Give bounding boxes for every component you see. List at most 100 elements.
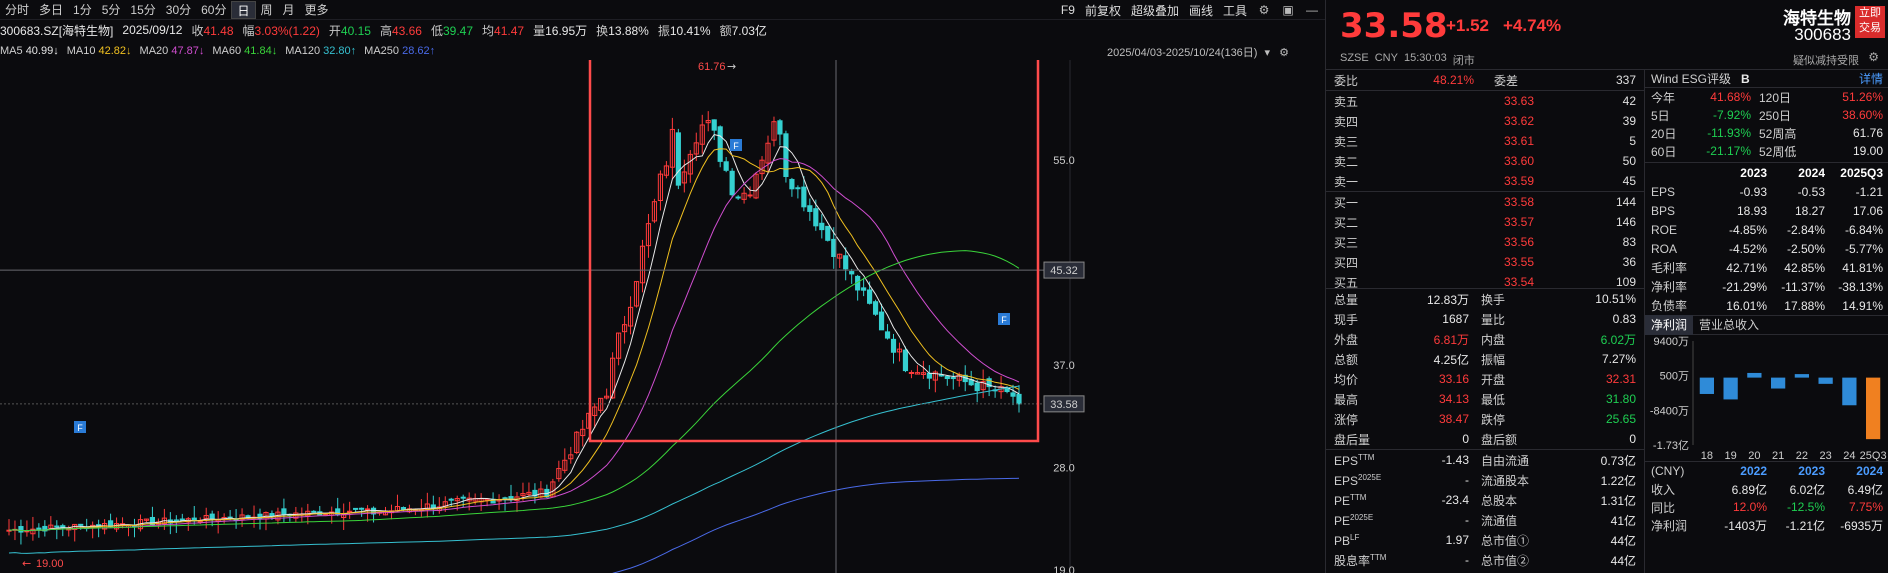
candle-body: [347, 510, 353, 513]
perf-label: 52周低: [1759, 144, 1797, 159]
amp-value: 3.03%(1.22): [254, 23, 320, 38]
orderbook-row[interactable]: 卖五 33.63 42: [1326, 91, 1644, 111]
orderbook-row[interactable]: 买二 33.57 146: [1326, 212, 1644, 232]
period-tab[interactable]: 分时: [0, 1, 34, 19]
perf-label: 52周高: [1759, 126, 1797, 141]
stock-code-header: 300683: [1794, 25, 1851, 44]
ma-line: [8, 148, 1020, 532]
peak-label: 61.76: [698, 61, 726, 73]
toolbar-button[interactable]: F9: [1061, 3, 1075, 17]
toolbar-button[interactable]: 画线: [1189, 2, 1213, 19]
layout-icon[interactable]: ▣: [1281, 3, 1295, 17]
orderbook-row[interactable]: 买一 33.58 144: [1326, 192, 1644, 212]
fin-value: 17.06: [1852, 203, 1883, 218]
toolbar-button[interactable]: 工具: [1223, 2, 1247, 19]
amt-value: 7.03亿: [731, 23, 767, 38]
price-tick: 37.0: [1053, 360, 1074, 372]
bar-chart-tab[interactable]: 营业总收入: [1693, 315, 1765, 335]
rev-row: 净利润 -1403万 -1.21亿 -6935万: [1645, 516, 1888, 534]
fin-value: -2.84%: [1786, 222, 1825, 237]
period-tab[interactable]: 日: [231, 0, 256, 19]
candle-body: [173, 519, 179, 522]
level-label: 卖四: [1334, 114, 1359, 129]
candle-body: [831, 238, 837, 257]
kline-svg[interactable]: 55.0 45.32 37.0 33.58 28.0 19.0 61.76 → ← 19.00 F F…: [0, 60, 1325, 573]
orderbook-row[interactable]: 卖四 33.62 39: [1326, 111, 1644, 131]
perf-label: 5日: [1651, 108, 1670, 123]
period-tab[interactable]: 多日: [34, 1, 68, 19]
orderbook-row[interactable]: 卖二 33.60 50: [1326, 151, 1644, 171]
fundamental-label: 流通股本: [1481, 473, 1530, 488]
stat-row: 最高 34.13 最低 31.80: [1326, 389, 1644, 409]
chevron-down-icon[interactable]: ▾: [1265, 47, 1271, 59]
toolbar-button[interactable]: 超级叠加: [1131, 2, 1179, 19]
ma-label: MA5: [0, 45, 26, 57]
stat-value: 0.83: [1612, 312, 1636, 326]
candle-body: [36, 527, 42, 530]
stat-label: 跌停: [1481, 412, 1506, 427]
stat-row: 均价 33.16 开盘 32.31: [1326, 369, 1644, 389]
period-tab[interactable]: 30分: [161, 1, 196, 19]
price-change-pct: +4.74%: [1503, 16, 1562, 35]
candle-body: [729, 170, 735, 196]
settings-icon[interactable]: ⚙: [1279, 47, 1289, 59]
fin-value: 18.93: [1736, 203, 1767, 218]
fundamental-value: 0.73亿: [1600, 453, 1636, 468]
candle-body: [400, 507, 407, 510]
period-tab[interactable]: 1分: [68, 1, 97, 19]
avg-value: 41.47: [494, 23, 525, 38]
fin-year-header: 2024: [1798, 165, 1825, 180]
level-price: 33.63: [1503, 94, 1534, 108]
candle-body: [789, 178, 795, 190]
low-label: 19.00: [36, 558, 64, 570]
event-marker[interactable]: F: [998, 313, 1010, 325]
orderbook-row[interactable]: 卖一 33.59 45: [1326, 171, 1644, 191]
orderbook-row[interactable]: 卖三 33.61 5: [1326, 131, 1644, 151]
profit-bar: [1723, 377, 1738, 400]
profit-bar-chart: 9400万 500万 -8400万 -1.73亿 18 19 20 21 22 23 24 25Q3: [1650, 336, 1887, 461]
ma-legend-item: MA20 47.87↓: [140, 45, 205, 57]
candle-body: [974, 382, 980, 392]
perf-value: -7.92%: [1712, 108, 1751, 122]
weibi-value: 48.21%: [1433, 73, 1474, 87]
gear-icon[interactable]: ⚙: [1257, 3, 1271, 17]
detail-link[interactable]: 详情: [1859, 70, 1883, 87]
ma-legend-item: MA250 28.62↑: [364, 45, 435, 57]
minus-icon[interactable]: —: [1305, 3, 1319, 17]
period-tab[interactable]: 60分: [196, 1, 231, 19]
level-label: 卖一: [1334, 174, 1359, 189]
rev-label: 净利润: [1651, 518, 1688, 533]
fundamental-value: -: [1465, 473, 1469, 487]
esg-grade: B: [1741, 71, 1750, 86]
fundamental-row: EPS2025E - 流通股本 1.22亿: [1326, 470, 1644, 490]
restriction-tip[interactable]: 疑似减持受限: [1793, 52, 1859, 68]
stat-value: 12.83万: [1426, 292, 1469, 307]
arrow-icon: ↑: [350, 45, 357, 57]
bar-chart-tab[interactable]: 净利润: [1645, 315, 1694, 335]
stat-value: 32.31: [1605, 372, 1636, 386]
fin-label: 负债率: [1651, 299, 1688, 313]
event-marker[interactable]: F: [74, 421, 86, 433]
period-tab[interactable]: 15分: [125, 1, 160, 19]
trade-now-button[interactable]: 立即交易: [1855, 6, 1885, 38]
orderbook-row[interactable]: 买四 33.55 36: [1326, 252, 1644, 272]
gear-icon[interactable]: ⚙: [1868, 50, 1879, 64]
price-change: +1.52: [1446, 16, 1490, 35]
fin-value: -5.77%: [1844, 241, 1883, 256]
level-price: 33.62: [1503, 114, 1534, 128]
orderbook-row[interactable]: 买三 33.56 83: [1326, 232, 1644, 252]
profit-bar: [1842, 377, 1857, 406]
level-label: 买四: [1334, 255, 1359, 270]
period-tab[interactable]: 月: [278, 1, 300, 19]
period-tab[interactable]: 5分: [97, 1, 126, 19]
perf-value: 19.00: [1852, 144, 1883, 158]
period-tab[interactable]: 更多: [300, 1, 334, 19]
event-marker[interactable]: F: [730, 139, 742, 151]
period-tab[interactable]: 周: [256, 1, 278, 19]
fin-value: -4.52%: [1728, 241, 1767, 256]
performance-row: 今年 41.68% 120日 51.26%: [1645, 88, 1888, 106]
quote-time: 15:30:03: [1403, 52, 1447, 64]
peak-arrow: →: [727, 60, 736, 73]
toolbar-button[interactable]: 前复权: [1085, 2, 1121, 19]
ma-value: 42.82: [98, 45, 127, 57]
